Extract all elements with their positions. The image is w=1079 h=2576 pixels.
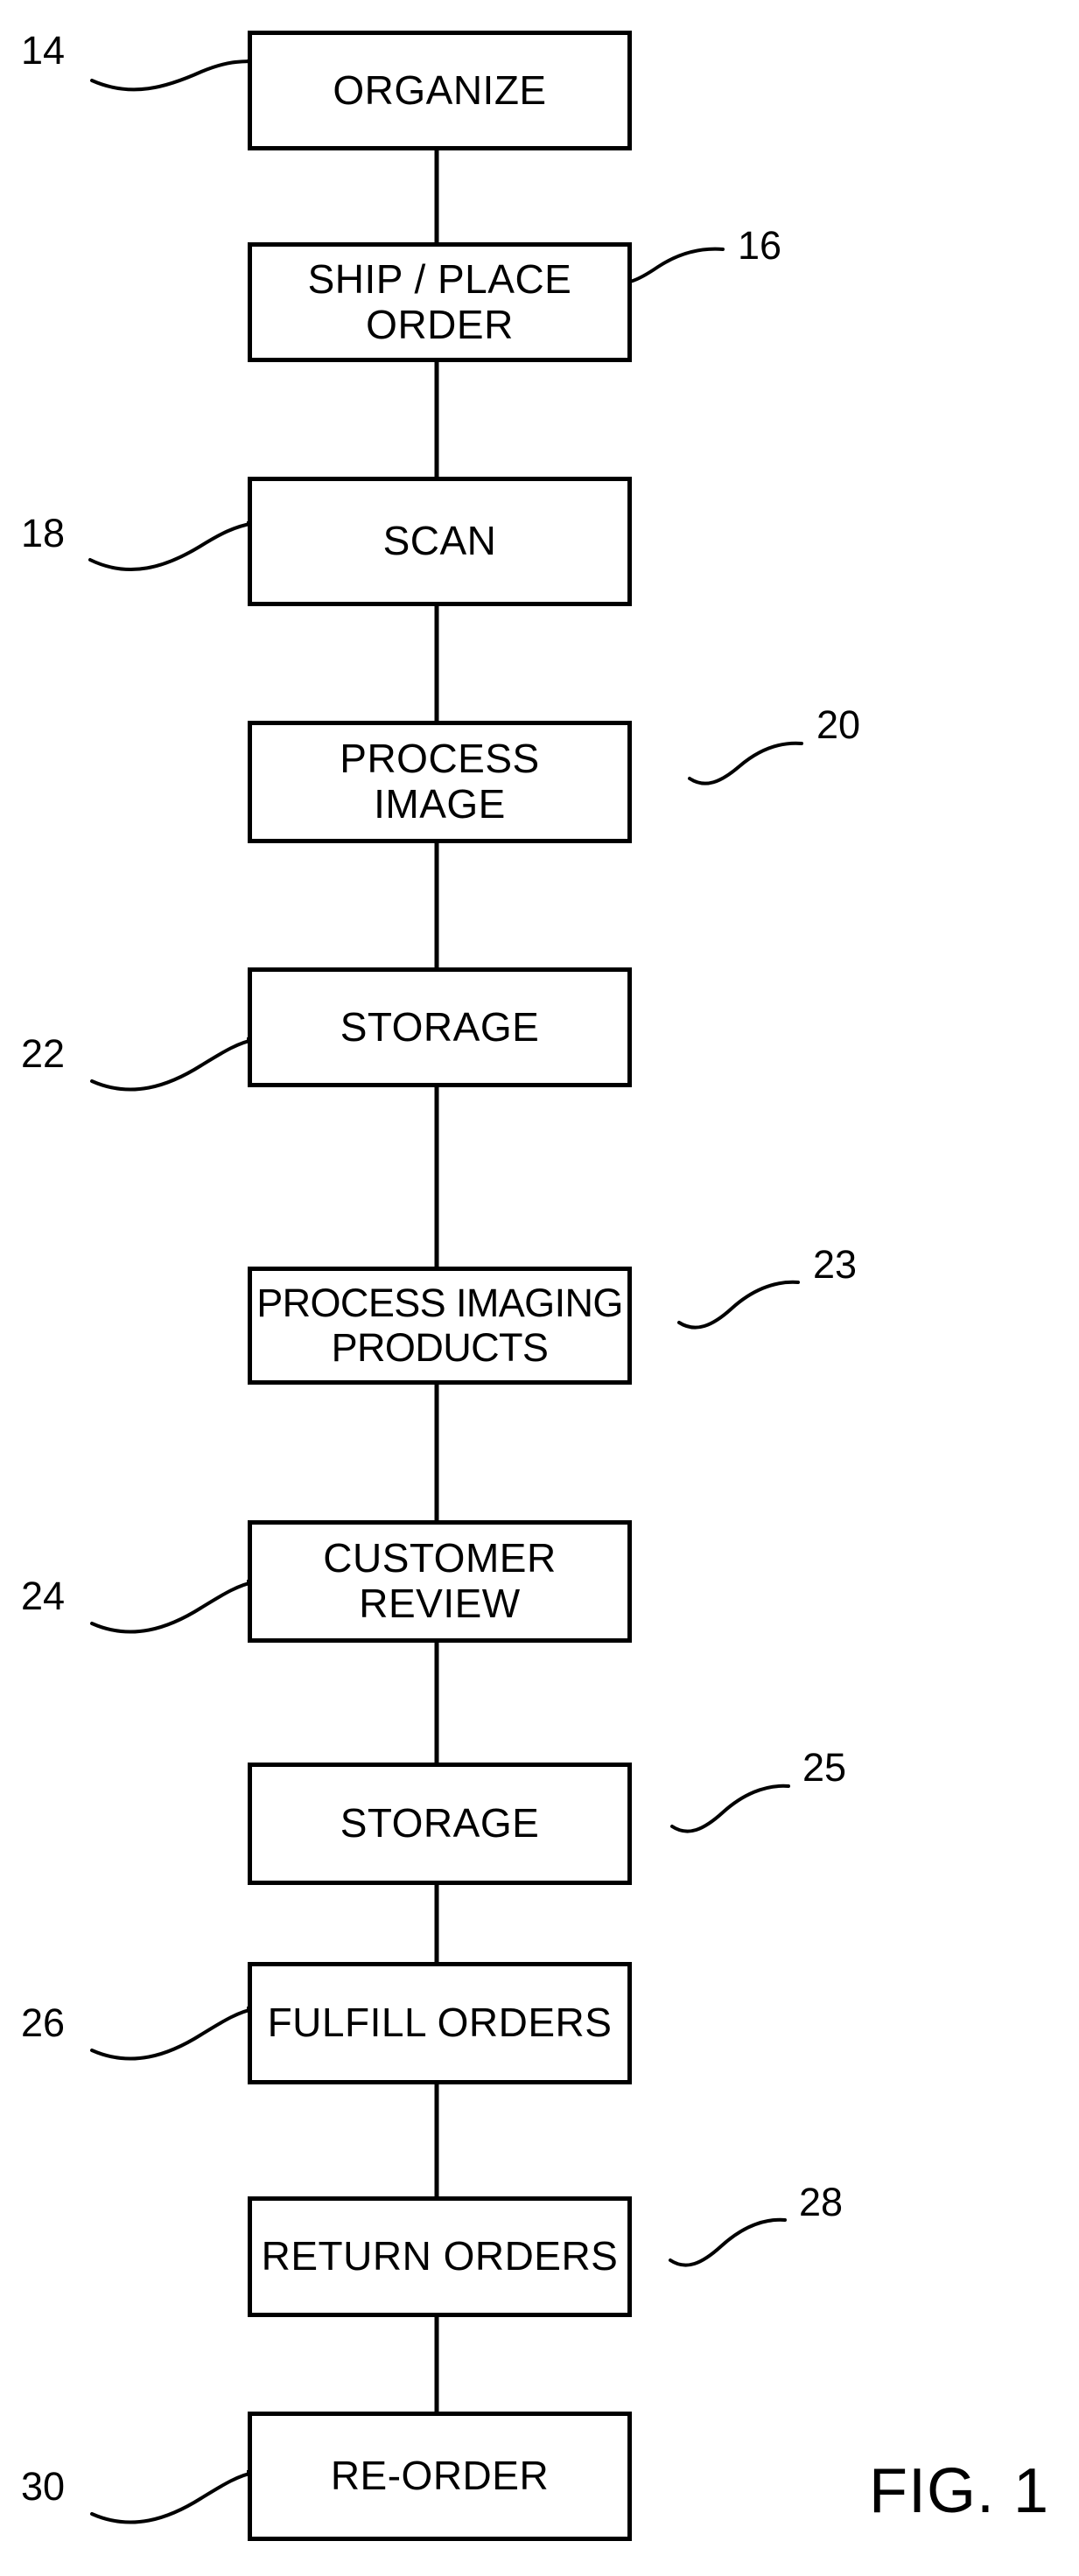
flow-node-label-22: STORAGE (340, 1003, 540, 1050)
leader-line-20 (688, 741, 803, 785)
leader-line-24 (90, 1580, 258, 1634)
leader-line-14 (90, 59, 257, 92)
flow-node-label-16: SHIP / PLACE ORDER (307, 255, 572, 347)
flow-node-label-23: PROCESS IMAGING PRODUCTS (256, 1281, 623, 1370)
leader-line-23 (677, 1280, 800, 1330)
leader-line-22 (90, 1037, 258, 1092)
reference-numeral-23: 23 (813, 1242, 858, 1287)
leader-line-18 (88, 521, 256, 571)
flow-node-label-25: STORAGE (340, 1800, 540, 1846)
flow-node-label-18: SCAN (382, 518, 497, 564)
flow-node-20: PROCESS IMAGE (248, 721, 632, 843)
flow-node-label-26: FULFILL ORDERS (267, 2000, 613, 2046)
reference-numeral-14: 14 (21, 28, 66, 73)
reference-numeral-18: 18 (21, 511, 66, 555)
flow-node-26: FULFILL ORDERS (248, 1962, 632, 2084)
leader-line-26 (90, 2007, 258, 2061)
flow-node-28: RETURN ORDERS (248, 2196, 632, 2317)
reference-numeral-22: 22 (21, 1031, 66, 1076)
flow-node-16: SHIP / PLACE ORDER (248, 242, 632, 362)
flow-node-18: SCAN (248, 477, 632, 606)
reference-numeral-24: 24 (21, 1574, 66, 1618)
flow-node-label-24: CUSTOMER REVIEW (323, 1535, 557, 1626)
figure-caption: FIG. 1 (869, 2456, 1050, 2526)
flow-node-25: STORAGE (248, 1763, 632, 1885)
reference-numeral-20: 20 (816, 702, 861, 747)
flow-node-label-20: PROCESS IMAGE (340, 736, 540, 827)
reference-numeral-16: 16 (738, 223, 782, 268)
flow-node-label-14: ORGANIZE (333, 66, 547, 113)
leader-line-30 (90, 2470, 258, 2524)
flow-node-23: PROCESS IMAGING PRODUCTS (248, 1267, 632, 1385)
flow-node-14: ORGANIZE (248, 31, 632, 150)
leader-line-28 (669, 2217, 787, 2267)
flow-node-22: STORAGE (248, 967, 632, 1087)
flow-node-24: CUSTOMER REVIEW (248, 1520, 632, 1643)
flow-node-30: RE-ORDER (248, 2412, 632, 2541)
leader-line-25 (670, 1784, 790, 1833)
reference-numeral-25: 25 (802, 1745, 847, 1790)
reference-numeral-26: 26 (21, 2000, 66, 2045)
flow-node-label-30: RE-ORDER (330, 2453, 550, 2499)
reference-numeral-28: 28 (799, 2180, 844, 2224)
flow-node-label-28: RETURN ORDERS (261, 2233, 619, 2279)
reference-numeral-30: 30 (21, 2464, 66, 2509)
patent-figure: ORGANIZE SHIP / PLACE ORDER SCAN PROCESS IM… (0, 0, 1079, 2576)
